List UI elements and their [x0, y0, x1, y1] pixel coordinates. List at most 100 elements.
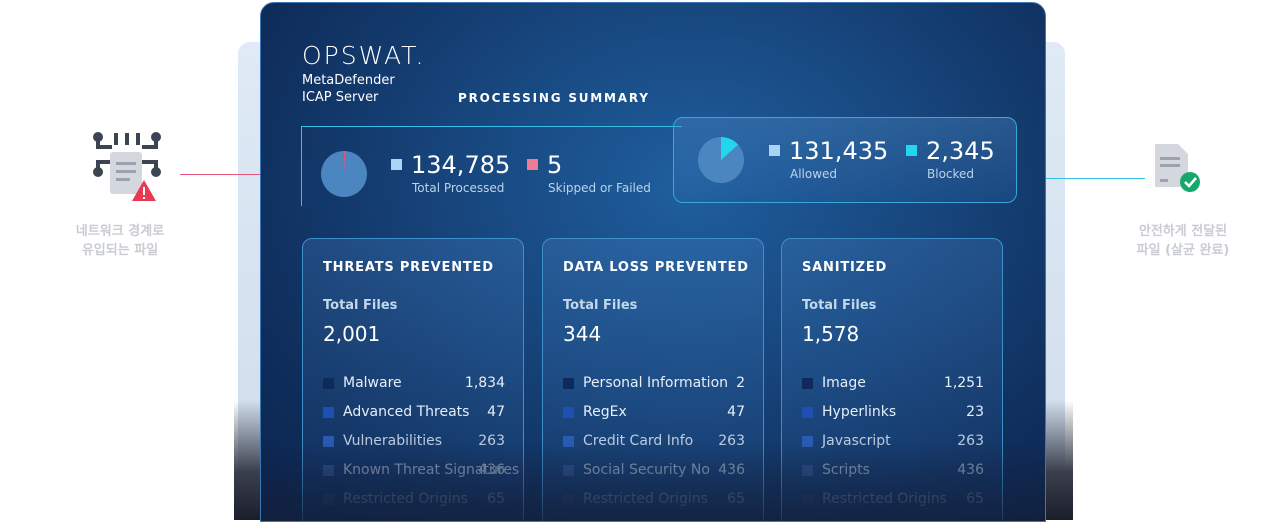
product-name: MetaDefender ICAP Server	[302, 72, 425, 106]
row-label: Scripts	[822, 462, 870, 478]
skipped-value: 5	[547, 151, 563, 179]
allowed-value: 131,435	[789, 137, 889, 165]
list-item: Vulnerabilities 263	[323, 433, 505, 462]
row-value: 23	[966, 404, 984, 420]
row-label: Javascript	[822, 433, 891, 449]
row-value: 47	[487, 404, 505, 420]
right-caption: 안전하게 전달된 파일 (살균 완료)	[1120, 222, 1246, 260]
opswat-logo: OPSWAT.	[302, 41, 426, 70]
list-item: Restricted Origins 65	[563, 491, 745, 520]
processing-summary-title: PROCESSING SUMMARY	[458, 91, 650, 105]
safe-file-check-icon	[1155, 144, 1200, 192]
row-label: RegEx	[583, 404, 627, 420]
total-files-value: 344	[563, 322, 602, 346]
list-item: Social Security No 436	[563, 462, 745, 491]
row-swatch	[323, 465, 334, 476]
stat-blocked: 2,345 Blocked	[906, 137, 995, 181]
row-swatch	[563, 465, 574, 476]
list-item: Javascript 263	[802, 433, 984, 462]
left-caption: 네트워크 경계로 유입되는 파일	[60, 222, 180, 260]
row-swatch	[563, 378, 574, 389]
row-value: 263	[478, 433, 505, 449]
total-files-value: 1,578	[802, 322, 860, 346]
row-label: Advanced Threats	[343, 404, 470, 420]
row-value: 2	[736, 375, 745, 391]
row-swatch	[802, 465, 813, 476]
row-label: Credit Card Info	[583, 433, 694, 449]
row-label: Restricted Origins	[583, 491, 708, 507]
list-item: Advanced Threats 47	[323, 404, 505, 433]
list-item: Credit Card Info 263	[563, 433, 745, 462]
right-caption-line1: 안전하게 전달된	[1138, 224, 1228, 239]
row-label: Personal Information	[583, 375, 729, 391]
card-threats-prevented[interactable]: THREATS PREVENTED Total Files 2,001 Malw…	[302, 238, 524, 521]
left-caption-line2: 유입되는 파일	[81, 243, 159, 258]
brand-block: OPSWAT. MetaDefender ICAP Server	[302, 43, 425, 106]
product-name-line1: MetaDefender	[302, 73, 395, 88]
row-value: 436	[718, 462, 745, 478]
skipped-swatch	[527, 159, 538, 170]
processed-pie-chart	[321, 151, 367, 197]
row-value: 263	[957, 433, 984, 449]
row-value: 1,251	[943, 375, 984, 391]
total-files-label: Total Files	[323, 298, 398, 313]
row-swatch	[563, 494, 574, 505]
allowed-swatch	[769, 145, 780, 156]
dashboard-panel: OPSWAT. MetaDefender ICAP Server PROCESS…	[260, 2, 1046, 522]
blocked-label: Blocked	[927, 167, 975, 181]
card-title: THREATS PREVENTED	[323, 260, 494, 275]
total-processed-swatch	[391, 159, 402, 170]
row-swatch	[802, 407, 813, 418]
list-item: RegEx 47	[563, 404, 745, 433]
card-sanitized[interactable]: SANITIZED Total Files 1,578 Image 1,251 H…	[781, 238, 1003, 521]
row-value: 436	[957, 462, 984, 478]
row-value: 436	[478, 462, 505, 478]
stat-skipped: 5 Skipped or Failed	[527, 151, 651, 195]
card-title: DATA LOSS PREVENTED	[563, 260, 749, 275]
row-swatch	[563, 436, 574, 447]
list-item: Personal Information 2	[563, 375, 745, 404]
total-files-label: Total Files	[563, 298, 638, 313]
row-value: 65	[727, 491, 745, 507]
row-label: Hyperlinks	[822, 404, 897, 420]
list-item: Scripts 436	[802, 462, 984, 491]
row-value: 47	[727, 404, 745, 420]
card-title: SANITIZED	[802, 260, 888, 275]
blocked-swatch	[906, 145, 917, 156]
row-value: 65	[966, 491, 984, 507]
row-label: Restricted Origins	[343, 491, 468, 507]
list-item: Restricted Origins 65	[802, 491, 984, 520]
product-name-line2: ICAP Server	[302, 90, 379, 105]
card-data-loss-prevented[interactable]: DATA LOSS PREVENTED Total Files 344 Pers…	[542, 238, 764, 521]
row-swatch	[802, 436, 813, 447]
list-item: Hyperlinks 23	[802, 404, 984, 433]
allowed-label: Allowed	[790, 167, 838, 181]
row-value: 1,834	[464, 375, 505, 391]
list-item: Known Threat Signatures 436	[323, 462, 519, 491]
row-label: Social Security No	[583, 462, 710, 478]
network-file-warning-icon	[93, 132, 161, 201]
row-label: Vulnerabilities	[343, 433, 443, 449]
total-files-value: 2,001	[323, 322, 381, 346]
list-item: Malware 1,834	[323, 375, 505, 404]
total-processed-label: Total Processed	[412, 181, 505, 195]
stat-allowed: 131,435 Allowed	[769, 137, 888, 181]
row-value: 65	[487, 491, 505, 507]
row-swatch	[323, 407, 334, 418]
list-item: Image 1,251	[802, 375, 984, 404]
blocked-value: 2,345	[926, 137, 995, 165]
row-swatch	[802, 378, 813, 389]
row-swatch	[802, 494, 813, 505]
list-item: Restricted Origins 65	[323, 491, 505, 520]
row-swatch	[563, 407, 574, 418]
row-value: 263	[718, 433, 745, 449]
row-swatch	[323, 378, 334, 389]
stat-total-processed: 134,785 Total Processed	[391, 151, 510, 195]
row-label: Restricted Origins	[822, 491, 947, 507]
left-caption-line1: 네트워크 경계로	[75, 224, 165, 239]
row-label: Malware	[343, 375, 402, 391]
right-caption-line2: 파일 (살균 완료)	[1136, 243, 1230, 258]
row-swatch	[323, 436, 334, 447]
row-swatch	[323, 494, 334, 505]
total-processed-value: 134,785	[411, 151, 511, 179]
